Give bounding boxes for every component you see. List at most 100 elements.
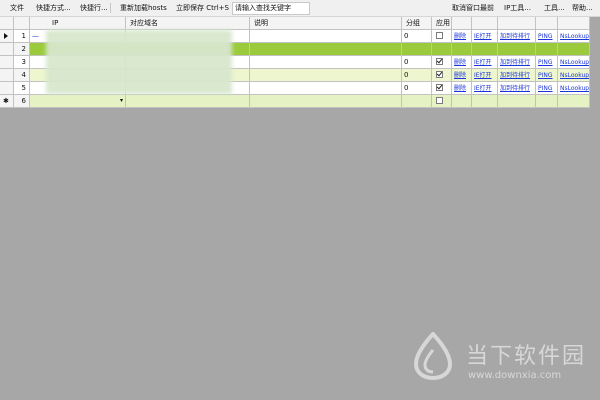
group-cell[interactable]: 0	[402, 30, 432, 43]
add-to-queue-link[interactable]: 加到待排行	[500, 72, 530, 79]
search-placeholder: 请输入查找关键字	[235, 4, 291, 12]
row-number: 6	[14, 95, 30, 108]
apply-cell[interactable]	[432, 56, 452, 69]
nslookup-link[interactable]: NsLookup	[560, 85, 589, 92]
header-group-label: 分组	[406, 19, 420, 27]
watermark: 当下软件园 www.downxia.com	[412, 332, 592, 392]
menu-help[interactable]: 帮助...	[572, 0, 593, 16]
queue-cell[interactable]	[498, 43, 536, 56]
header-group[interactable]: 分组	[402, 17, 432, 30]
ie-cell	[472, 95, 498, 108]
apply-checkbox[interactable]	[436, 58, 443, 65]
delete-link[interactable]: 删除	[454, 72, 466, 79]
add-to-queue-link[interactable]: 加到待排行	[500, 59, 530, 66]
header-delete	[452, 17, 472, 30]
desc-cell[interactable]	[250, 95, 402, 108]
desc-cell[interactable]	[250, 56, 402, 69]
apply-cell[interactable]	[432, 69, 452, 82]
row-selector[interactable]	[0, 69, 14, 82]
row-selector[interactable]	[0, 82, 14, 95]
menu-ip-tools[interactable]: IP工具...	[504, 0, 531, 16]
queue-cell: 加到待排行	[498, 56, 536, 69]
nslookup-link[interactable]: NsLookup	[560, 33, 589, 40]
ping-link[interactable]: PING	[538, 33, 553, 40]
apply-cell[interactable]	[432, 43, 452, 56]
save-now-button[interactable]: 立即保存 Ctrl+S	[176, 0, 229, 16]
apply-checkbox[interactable]	[436, 97, 443, 104]
nslookup-link[interactable]: NsLookup	[560, 59, 589, 66]
open-ie-link[interactable]: IE打开	[474, 59, 492, 66]
apply-cell[interactable]	[432, 95, 452, 108]
header-ip[interactable]: IP	[30, 17, 126, 30]
header-ie	[472, 17, 498, 30]
group-cell[interactable]: 0	[402, 82, 432, 95]
cancel-topmost-button[interactable]: 取消窗口最前	[452, 0, 494, 16]
ip-cell[interactable]: ▾	[30, 95, 126, 108]
watermark-logo-icon	[413, 332, 453, 380]
delete-link[interactable]: 删除	[454, 33, 466, 40]
nslookup-cell[interactable]	[558, 43, 590, 56]
ping-link[interactable]: PING	[538, 85, 553, 92]
header-nslookup	[558, 17, 590, 30]
ping-link[interactable]: PING	[538, 72, 553, 79]
delete-cell: 删除	[452, 56, 472, 69]
row-selector[interactable]	[0, 56, 14, 69]
open-ie-link[interactable]: IE打开	[474, 85, 492, 92]
desc-cell[interactable]	[250, 82, 402, 95]
apply-checkbox[interactable]	[436, 71, 443, 78]
header-desc[interactable]: 说明	[250, 17, 402, 30]
desc-cell[interactable]	[250, 43, 402, 56]
header-domain[interactable]: 对应域名	[126, 17, 250, 30]
row-selector[interactable]: ✱	[0, 95, 14, 108]
ping-cell[interactable]	[536, 43, 558, 56]
ping-link[interactable]: PING	[538, 59, 553, 66]
row-marker: —	[32, 32, 39, 40]
header-desc-label: 说明	[254, 19, 268, 27]
nslookup-cell: NsLookup	[558, 56, 590, 69]
add-to-queue-link[interactable]: 加到待排行	[500, 85, 530, 92]
ping-cell	[536, 95, 558, 108]
row-number: 5	[14, 82, 30, 95]
desc-cell[interactable]	[250, 30, 402, 43]
queue-cell: 加到待排行	[498, 82, 536, 95]
apply-cell[interactable]	[432, 30, 452, 43]
domain-cell[interactable]	[126, 95, 250, 108]
menu-file[interactable]: 文件	[10, 0, 24, 16]
delete-link[interactable]: 删除	[454, 85, 466, 92]
desc-cell[interactable]	[250, 69, 402, 82]
menu-shortcut[interactable]: 快捷方式...	[36, 0, 71, 16]
open-ie-link[interactable]: IE打开	[474, 33, 492, 40]
search-input[interactable]: 请输入查找关键字	[232, 2, 310, 15]
ie-cell[interactable]	[472, 43, 498, 56]
group-cell[interactable]: 0	[402, 69, 432, 82]
group-cell[interactable]	[402, 43, 432, 56]
row-number: 1	[14, 30, 30, 43]
menu-tools[interactable]: 工具...	[544, 0, 565, 16]
dropdown-arrow-icon[interactable]: ▾	[120, 95, 123, 107]
header-apply[interactable]: 应用	[432, 17, 452, 30]
apply-cell[interactable]	[432, 82, 452, 95]
delete-link[interactable]: 删除	[454, 59, 466, 66]
header-queue	[498, 17, 536, 30]
group-cell[interactable]	[402, 95, 432, 108]
reload-hosts-button[interactable]: 重新加载hosts	[120, 0, 167, 16]
row-selector[interactable]	[0, 30, 14, 43]
row-number: 2	[14, 43, 30, 56]
ping-cell: PING	[536, 30, 558, 43]
apply-checkbox[interactable]	[436, 32, 443, 39]
group-cell[interactable]: 0	[402, 56, 432, 69]
row-selector[interactable]	[0, 43, 14, 56]
header-ping	[536, 17, 558, 30]
new-row[interactable]: ✱ 6 ▾	[0, 95, 590, 108]
delete-cell[interactable]	[452, 43, 472, 56]
header-num	[14, 17, 30, 30]
watermark-url: www.downxia.com	[468, 370, 562, 381]
apply-checkbox[interactable]	[436, 84, 443, 91]
nslookup-link[interactable]: NsLookup	[560, 72, 589, 79]
menu-quick-row[interactable]: 快捷行...	[80, 0, 108, 16]
redacted-ip-domain-area	[46, 30, 232, 94]
add-to-queue-link[interactable]: 加到待排行	[500, 33, 530, 40]
delete-cell	[452, 95, 472, 108]
open-ie-link[interactable]: IE打开	[474, 72, 492, 79]
row-number: 3	[14, 56, 30, 69]
